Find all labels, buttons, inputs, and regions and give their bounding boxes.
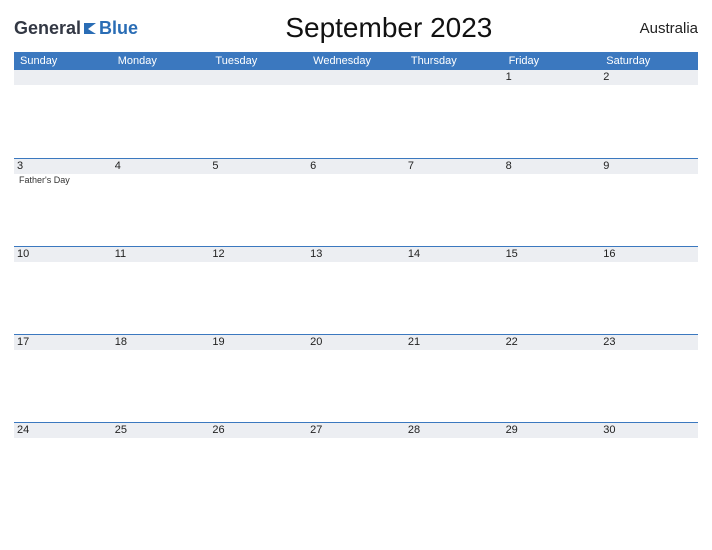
calendar-cell: 26 <box>209 423 307 510</box>
weekday-wed: Wednesday <box>307 52 405 70</box>
day-number: 22 <box>503 335 601 350</box>
calendar-cell: 11 <box>112 247 210 334</box>
calendar-cell: 8 <box>503 159 601 246</box>
calendar-cell: 12 <box>209 247 307 334</box>
calendar-cell: 21 <box>405 335 503 422</box>
calendar-cell: 16 <box>600 247 698 334</box>
weekday-sat: Saturday <box>600 52 698 70</box>
calendar-cell: 5 <box>209 159 307 246</box>
day-number: 30 <box>600 423 698 438</box>
weekday-tue: Tuesday <box>209 52 307 70</box>
day-number: 10 <box>14 247 112 262</box>
logo-flag-icon <box>83 19 97 33</box>
calendar-cell: 18 <box>112 335 210 422</box>
calendar-week: 17181920212223 <box>14 334 698 422</box>
calendar-cell: 13 <box>307 247 405 334</box>
day-number: 16 <box>600 247 698 262</box>
day-number: 12 <box>209 247 307 262</box>
weekday-thu: Thursday <box>405 52 503 70</box>
day-number: 5 <box>209 159 307 174</box>
calendar-cell: 30 <box>600 423 698 510</box>
day-number: 1 <box>503 70 601 85</box>
day-number <box>307 70 405 85</box>
calendar-cell: 23 <box>600 335 698 422</box>
weekday-mon: Monday <box>112 52 210 70</box>
calendar-cell <box>14 70 112 158</box>
calendar-header: General Blue September 2023 Australia <box>14 12 698 44</box>
calendar-cell: 20 <box>307 335 405 422</box>
day-number: 27 <box>307 423 405 438</box>
day-number <box>209 70 307 85</box>
calendar-cell: 7 <box>405 159 503 246</box>
calendar-cell: 27 <box>307 423 405 510</box>
day-number: 4 <box>112 159 210 174</box>
day-number <box>14 70 112 85</box>
weekday-fri: Friday <box>503 52 601 70</box>
calendar-week: 24252627282930 <box>14 422 698 510</box>
day-number: 11 <box>112 247 210 262</box>
calendar-cell: 24 <box>14 423 112 510</box>
day-number: 28 <box>405 423 503 438</box>
calendar-cell: 17 <box>14 335 112 422</box>
calendar-cell: 6 <box>307 159 405 246</box>
calendar-cell <box>112 70 210 158</box>
calendar-week: 12 <box>14 70 698 158</box>
calendar-grid: 123Father's Day4567891011121314151617181… <box>14 70 698 510</box>
logo-text-1: General <box>14 18 81 39</box>
logo-text-2: Blue <box>99 18 138 39</box>
calendar-cell: 3Father's Day <box>14 159 112 246</box>
calendar-cell <box>209 70 307 158</box>
day-number: 14 <box>405 247 503 262</box>
day-number: 25 <box>112 423 210 438</box>
weekday-sun: Sunday <box>14 52 112 70</box>
day-number: 29 <box>503 423 601 438</box>
day-number: 2 <box>600 70 698 85</box>
weekday-header: Sunday Monday Tuesday Wednesday Thursday… <box>14 52 698 70</box>
calendar-cell: 22 <box>503 335 601 422</box>
calendar-cell: 14 <box>405 247 503 334</box>
day-number: 24 <box>14 423 112 438</box>
calendar-cell: 1 <box>503 70 601 158</box>
calendar-cell: 9 <box>600 159 698 246</box>
day-number <box>405 70 503 85</box>
day-number: 19 <box>209 335 307 350</box>
calendar-cell: 10 <box>14 247 112 334</box>
day-number: 6 <box>307 159 405 174</box>
day-number: 3 <box>14 159 112 174</box>
calendar-event: Father's Day <box>18 175 108 185</box>
day-number: 18 <box>112 335 210 350</box>
day-number: 20 <box>307 335 405 350</box>
calendar-region: Australia <box>640 20 698 37</box>
calendar-cell <box>307 70 405 158</box>
calendar-cell: 29 <box>503 423 601 510</box>
calendar-cell: 28 <box>405 423 503 510</box>
calendar-week: 3Father's Day456789 <box>14 158 698 246</box>
day-number: 9 <box>600 159 698 174</box>
calendar-cell <box>405 70 503 158</box>
calendar-cell: 15 <box>503 247 601 334</box>
calendar-cell: 25 <box>112 423 210 510</box>
calendar-title: September 2023 <box>285 12 492 44</box>
day-number: 13 <box>307 247 405 262</box>
calendar-cell: 2 <box>600 70 698 158</box>
logo: General Blue <box>14 18 138 39</box>
day-number <box>112 70 210 85</box>
calendar-week: 10111213141516 <box>14 246 698 334</box>
day-number: 21 <box>405 335 503 350</box>
day-number: 7 <box>405 159 503 174</box>
day-number: 15 <box>503 247 601 262</box>
day-number: 26 <box>209 423 307 438</box>
calendar-cell: 4 <box>112 159 210 246</box>
day-number: 23 <box>600 335 698 350</box>
calendar-cell: 19 <box>209 335 307 422</box>
day-number: 8 <box>503 159 601 174</box>
day-number: 17 <box>14 335 112 350</box>
